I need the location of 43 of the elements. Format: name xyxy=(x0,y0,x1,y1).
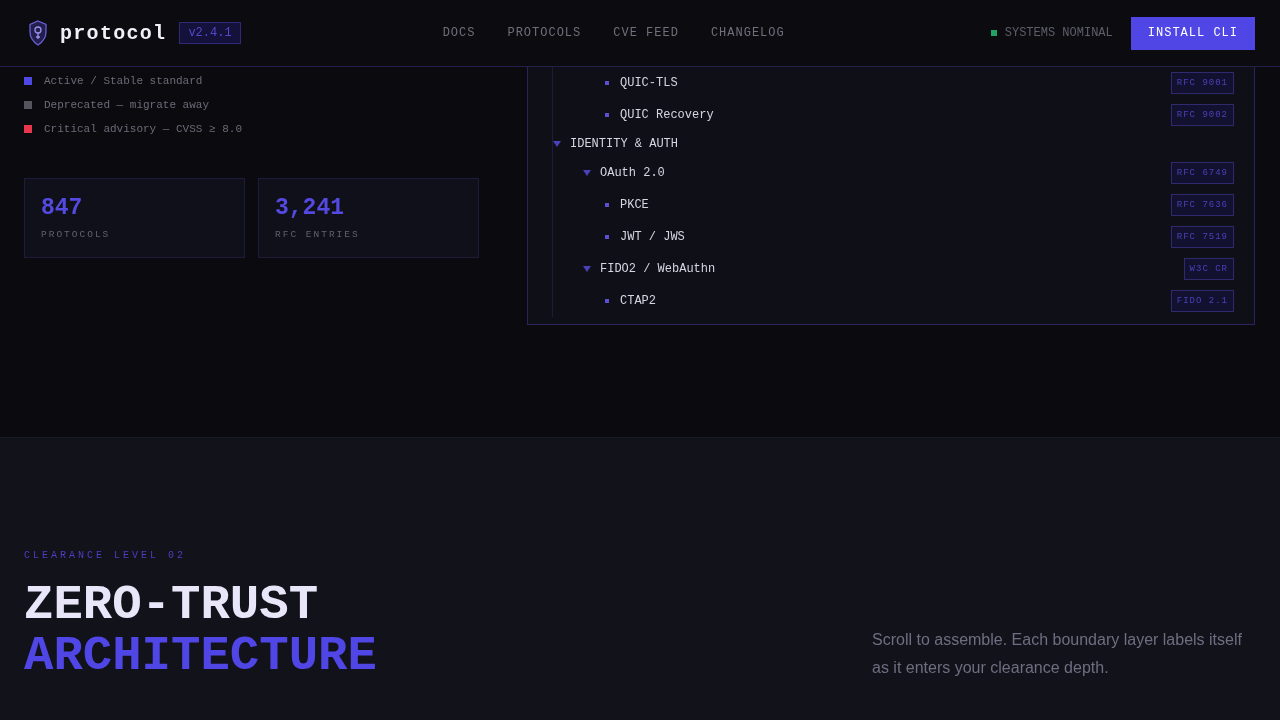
spec-tag: FIDO 2.1 xyxy=(1170,290,1234,312)
legend-label: Deprecated — migrate away xyxy=(44,99,210,111)
tree-item[interactable]: QUIC-TLS xyxy=(620,76,678,90)
legend-label: Critical advisory — CVSS ≥ 8.0 xyxy=(44,123,243,135)
legend-label: Active / Stable standard xyxy=(44,75,203,87)
tree-item[interactable]: IDENTITY & AUTH xyxy=(570,137,679,151)
logo-text[interactable]: protocol xyxy=(60,21,167,45)
square-bullet-icon xyxy=(605,113,609,117)
heading-line: ZERO-TRUST xyxy=(24,580,319,631)
square-bullet-icon xyxy=(605,235,609,239)
square-bullet-icon xyxy=(605,203,609,207)
spec-tag: W3C CR xyxy=(1183,258,1234,280)
spec-tag: RFC 6749 xyxy=(1170,162,1234,184)
description-text: Scroll to assemble. Each boundary layer labels itself as it enters your clearance depth. xyxy=(872,630,1243,678)
square-bullet-icon xyxy=(605,299,609,303)
install-button[interactable]: INSTALL CLI xyxy=(1130,16,1255,50)
caret-down-icon[interactable] xyxy=(583,266,591,272)
caret-down-icon[interactable] xyxy=(583,170,591,176)
spec-tag: RFC 7636 xyxy=(1170,194,1234,216)
shield-icon xyxy=(28,20,48,46)
tree-item[interactable]: PKCE xyxy=(620,198,649,212)
nav-link[interactable]: PROTOCOLS xyxy=(507,26,582,40)
stat-value: 3,241 xyxy=(275,194,344,222)
nav-link[interactable]: DOCS xyxy=(442,26,476,40)
eyebrow-text: CLEARANCE LEVEL 02 xyxy=(24,550,187,562)
caret-down-icon[interactable] xyxy=(553,141,561,147)
tree-item[interactable]: FIDO2 / WebAuthn xyxy=(600,262,716,276)
stat-label: RFC ENTRIES xyxy=(275,229,360,241)
tree-item[interactable]: OAuth 2.0 xyxy=(600,166,665,180)
square-bullet-icon xyxy=(605,81,609,85)
status-text: SYSTEMS NOMINAL xyxy=(1004,26,1113,40)
stat-value: 847 xyxy=(41,194,83,222)
version-badge: v2.4.1 xyxy=(179,22,241,44)
heading-line: ARCHITECTURE xyxy=(24,631,377,682)
nav-link[interactable]: CHANGELOG xyxy=(710,26,785,40)
spec-tag: RFC 7519 xyxy=(1170,226,1234,248)
spec-tag: RFC 9001 xyxy=(1170,72,1234,94)
stat-label: PROTOCOLS xyxy=(41,229,111,241)
tree-item[interactable]: QUIC Recovery xyxy=(620,108,714,122)
tree-item[interactable]: JWT / JWS xyxy=(620,230,685,244)
nav-link[interactable]: CVE FEED xyxy=(613,26,679,40)
tree-item[interactable]: CTAP2 xyxy=(620,294,656,308)
spec-tag: RFC 9002 xyxy=(1170,104,1234,126)
